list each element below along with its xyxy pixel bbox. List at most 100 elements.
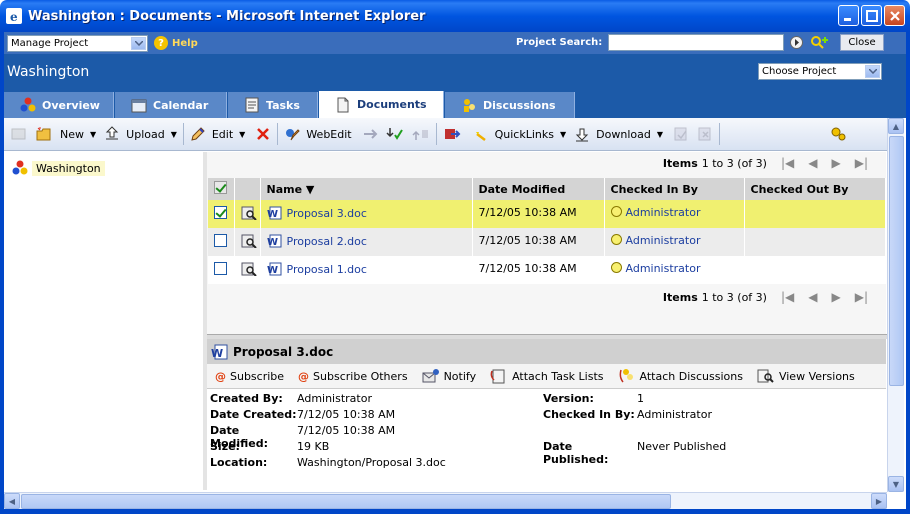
subscribe-others-button[interactable]: @ Subscribe Others (298, 370, 408, 383)
word-doc-icon: W (267, 234, 281, 248)
horizontal-scrollbar[interactable]: ◀ ▶ (4, 492, 887, 509)
close-button[interactable]: Close (840, 34, 884, 51)
first-page-icon[interactable]: |◀ (781, 290, 794, 304)
prop-location: Location: Washington/Proposal 3.doc (210, 456, 446, 469)
scroll-down-button[interactable]: ▼ (888, 476, 904, 492)
next-page-icon[interactable]: ▶ (831, 156, 840, 170)
chevron-down-icon[interactable]: ▼ (171, 130, 177, 139)
search-go-button[interactable] (790, 36, 803, 49)
column-header-name[interactable]: Name ▼ (260, 178, 473, 200)
project-search-input[interactable] (608, 34, 784, 51)
prop-size: Size: 19 KB (210, 440, 330, 453)
row-checkbox[interactable] (214, 206, 227, 219)
vertical-scroll-thumb[interactable] (889, 136, 904, 386)
settings-gear-icon[interactable] (830, 126, 846, 142)
maximize-button[interactable] (861, 5, 882, 26)
manage-project-select[interactable]: Manage Project (7, 34, 148, 52)
document-link[interactable]: Proposal 1.doc (287, 263, 367, 276)
choose-project-select[interactable]: Choose Project (758, 63, 882, 80)
horizontal-scroll-thumb[interactable] (21, 494, 671, 509)
preview-icon[interactable] (241, 262, 257, 277)
table-row[interactable]: W Proposal 2.doc 7/12/05 10:38 AM Adminis… (208, 228, 886, 256)
calendar-icon (131, 99, 147, 113)
tree-item-washington[interactable]: Washington (12, 160, 105, 176)
webedit-button[interactable]: WebEdit (284, 122, 352, 146)
add-search-icon[interactable] (810, 35, 830, 51)
new-button[interactable]: New ▼ (36, 122, 96, 146)
chevron-down-icon[interactable]: ▼ (239, 130, 245, 139)
scroll-left-button[interactable]: ◀ (4, 493, 20, 509)
prop-version: Version: 1 (543, 392, 644, 405)
help-icon[interactable]: ? (154, 36, 168, 50)
user-link[interactable]: Administrator (626, 234, 701, 247)
column-header-checked-out[interactable]: Checked Out By (744, 178, 886, 200)
minimize-button[interactable] (838, 5, 859, 26)
sort-desc-icon: ▼ (302, 182, 315, 196)
tab-overview[interactable]: Overview (4, 92, 114, 118)
view-versions-button[interactable]: View Versions (757, 368, 855, 384)
tab-label: Documents (357, 98, 427, 111)
edit-button[interactable]: Edit ▼ (190, 122, 245, 146)
check-out-icon[interactable] (412, 126, 430, 142)
documents-icon (337, 97, 349, 112)
properties-icon[interactable] (10, 126, 28, 142)
download-button[interactable]: Download ▼ (574, 122, 663, 146)
tab-label: Discussions (483, 98, 556, 112)
prev-page-icon[interactable]: ◀ (808, 290, 817, 304)
move-icon[interactable] (362, 126, 378, 142)
quicklinks-button[interactable]: QuickLinks ▼ (473, 122, 566, 146)
attach-task-lists-button[interactable]: Attach Task Lists (490, 368, 604, 384)
word-doc-icon: W (267, 262, 281, 276)
preview-header (234, 178, 261, 200)
last-page-icon[interactable]: ▶| (855, 290, 868, 304)
user-link[interactable]: Administrator (626, 206, 701, 219)
document-link[interactable]: Proposal 3.doc (287, 207, 367, 220)
preview-icon[interactable] (241, 234, 257, 249)
details-actions: @ Subscribe @ Subscribe Others Notify At… (207, 364, 886, 389)
user-link[interactable]: Administrator (626, 262, 701, 275)
tab-calendar[interactable]: Calendar (115, 92, 227, 118)
cancel-checkout-icon[interactable] (697, 126, 713, 142)
tab-tasks[interactable]: Tasks (228, 92, 318, 118)
subscribe-button[interactable]: @ Subscribe (215, 370, 284, 383)
scroll-up-button[interactable]: ▲ (888, 118, 904, 134)
help-link[interactable]: Help (172, 38, 198, 49)
overview-icon (20, 97, 36, 112)
table-row[interactable]: W Proposal 1.doc 7/12/05 10:38 AM Adminis… (208, 256, 886, 284)
prev-page-icon[interactable]: ◀ (808, 156, 817, 170)
delete-icon[interactable] (255, 126, 271, 142)
items-label: Items (662, 290, 698, 304)
close-window-button[interactable] (884, 5, 905, 26)
upload-button[interactable]: Upload ▼ (104, 122, 177, 146)
compare-icon[interactable] (673, 126, 689, 142)
preview-icon[interactable] (241, 206, 257, 221)
table-row[interactable]: W Proposal 3.doc 7/12/05 10:38 AM Adminis… (208, 200, 886, 228)
webedit-label: WebEdit (306, 127, 352, 141)
manage-project-value: Manage Project (11, 37, 89, 49)
next-page-icon[interactable]: ▶ (831, 290, 840, 304)
vertical-scrollbar[interactable]: ▲ ▼ (887, 118, 904, 492)
row-checkbox[interactable] (214, 262, 227, 275)
document-link[interactable]: Proposal 2.doc (287, 235, 367, 248)
view-versions-label: View Versions (778, 369, 855, 383)
select-all-checkbox[interactable] (214, 181, 227, 194)
chevron-down-icon[interactable]: ▼ (560, 130, 566, 139)
scroll-right-button[interactable]: ▶ (871, 493, 887, 509)
import-icon[interactable] (443, 126, 461, 142)
chevron-down-icon[interactable]: ▼ (90, 130, 96, 139)
column-header-modified[interactable]: Date Modified (472, 178, 605, 200)
tab-documents[interactable]: Documents (319, 91, 444, 118)
first-page-icon[interactable]: |◀ (781, 156, 794, 170)
column-header-checked-in[interactable]: Checked In By (604, 178, 745, 200)
row-checkbox[interactable] (214, 234, 227, 247)
row-modified-cell: 7/12/05 10:38 AM (472, 228, 605, 256)
attach-discussions-button[interactable]: Attach Discussions (618, 367, 743, 385)
upload-label: Upload (126, 127, 165, 141)
tab-discussions[interactable]: Discussions (445, 92, 575, 118)
download-icon (575, 128, 589, 142)
notify-button[interactable]: Notify (422, 368, 476, 384)
check-in-icon[interactable] (386, 126, 404, 142)
select-all-header[interactable] (208, 178, 235, 200)
last-page-icon[interactable]: ▶| (855, 156, 868, 170)
chevron-down-icon[interactable]: ▼ (657, 130, 663, 139)
